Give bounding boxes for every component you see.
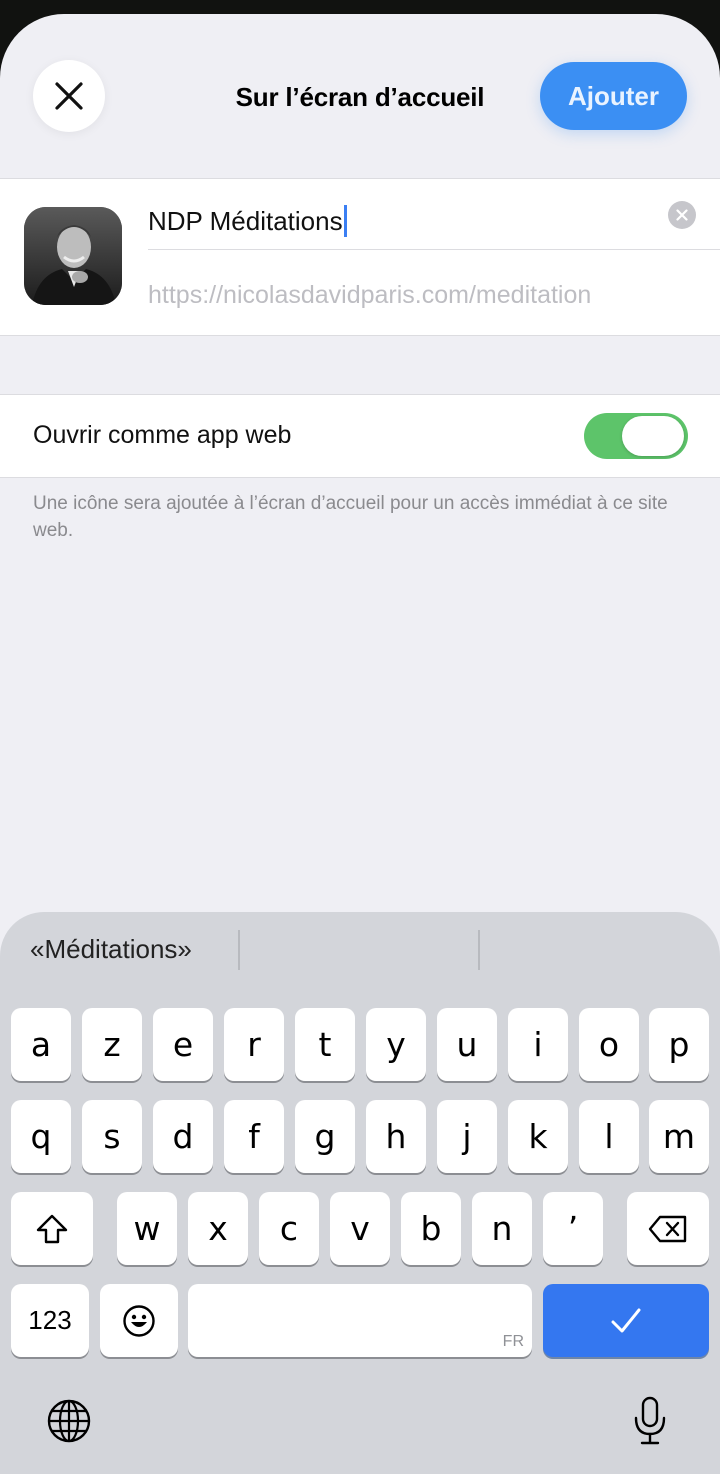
webapp-footnote: Une icône sera ajoutée à l’écran d’accue… (33, 493, 668, 541)
key-j[interactable]: j (437, 1100, 497, 1173)
webapp-toggle[interactable] (584, 413, 688, 459)
key-apostrophe[interactable]: ’ (543, 1192, 603, 1265)
key-p[interactable]: p (649, 1008, 709, 1081)
checkmark-icon (611, 1308, 641, 1332)
backspace-icon (648, 1215, 687, 1242)
key-y[interactable]: y (366, 1008, 426, 1081)
suggestion-item[interactable]: «Méditations» (30, 934, 192, 965)
key-n[interactable]: n (472, 1192, 532, 1265)
key-i[interactable]: i (508, 1008, 568, 1081)
keyboard-language-label: FR (502, 1333, 524, 1350)
key-d[interactable]: d (153, 1100, 213, 1173)
field-divider (148, 249, 720, 250)
key-v[interactable]: v (330, 1192, 390, 1265)
key-g[interactable]: g (295, 1100, 355, 1173)
site-icon-thumbnail (24, 207, 122, 305)
key-o[interactable]: o (579, 1008, 639, 1081)
add-button[interactable]: Ajouter (540, 62, 687, 130)
key-s[interactable]: s (82, 1100, 142, 1173)
bookmark-url: https://nicolasdavidparis.com/meditation (148, 281, 592, 309)
key-e[interactable]: e (153, 1008, 213, 1081)
key-u[interactable]: u (437, 1008, 497, 1081)
key-c[interactable]: c (259, 1192, 319, 1265)
microphone-icon (634, 1396, 666, 1445)
backspace-key[interactable] (627, 1192, 709, 1265)
done-key[interactable] (543, 1284, 709, 1357)
key-l[interactable]: l (579, 1100, 639, 1173)
suggestion-separator (238, 930, 240, 970)
keyboard: «Méditations» a z e r t y u i o p q s d … (0, 912, 720, 1474)
add-to-home-sheet: Sur l’écran d’accueil Ajouter NDP Médita… (0, 14, 720, 1474)
shift-key[interactable] (11, 1192, 93, 1265)
shift-icon (36, 1214, 68, 1243)
space-key[interactable]: FR (188, 1284, 532, 1357)
key-r[interactable]: r (224, 1008, 284, 1081)
key-x[interactable]: x (188, 1192, 248, 1265)
key-t[interactable]: t (295, 1008, 355, 1081)
key-b[interactable]: b (401, 1192, 461, 1265)
bookmark-name-value: NDP Méditations (148, 206, 343, 236)
globe-button[interactable] (46, 1398, 92, 1449)
key-h[interactable]: h (366, 1100, 426, 1173)
bookmark-name-input[interactable]: NDP Méditations (148, 199, 720, 249)
key-a[interactable]: a (11, 1008, 71, 1081)
emoji-key[interactable] (100, 1284, 178, 1357)
microphone-button[interactable] (632, 1396, 668, 1451)
bookmark-card: NDP Méditations https://nicolasdavidpari… (0, 178, 720, 336)
clear-text-button[interactable] (668, 201, 696, 229)
text-caret (343, 205, 347, 238)
toggle-knob (622, 416, 684, 456)
key-k[interactable]: k (508, 1100, 568, 1173)
numbers-key[interactable]: 123 (11, 1284, 89, 1357)
key-f[interactable]: f (224, 1100, 284, 1173)
clear-icon (676, 209, 688, 221)
key-q[interactable]: q (11, 1100, 71, 1173)
webapp-toggle-label: Ouvrir comme app web (33, 421, 292, 449)
key-w[interactable]: w (117, 1192, 177, 1265)
key-m[interactable]: m (649, 1100, 709, 1173)
key-z[interactable]: z (82, 1008, 142, 1081)
globe-icon (47, 1399, 91, 1443)
webapp-setting-row: Ouvrir comme app web (0, 394, 720, 478)
suggestion-separator (478, 930, 480, 970)
emoji-icon (123, 1304, 155, 1337)
suggestion-bar: «Méditations» (0, 912, 720, 988)
